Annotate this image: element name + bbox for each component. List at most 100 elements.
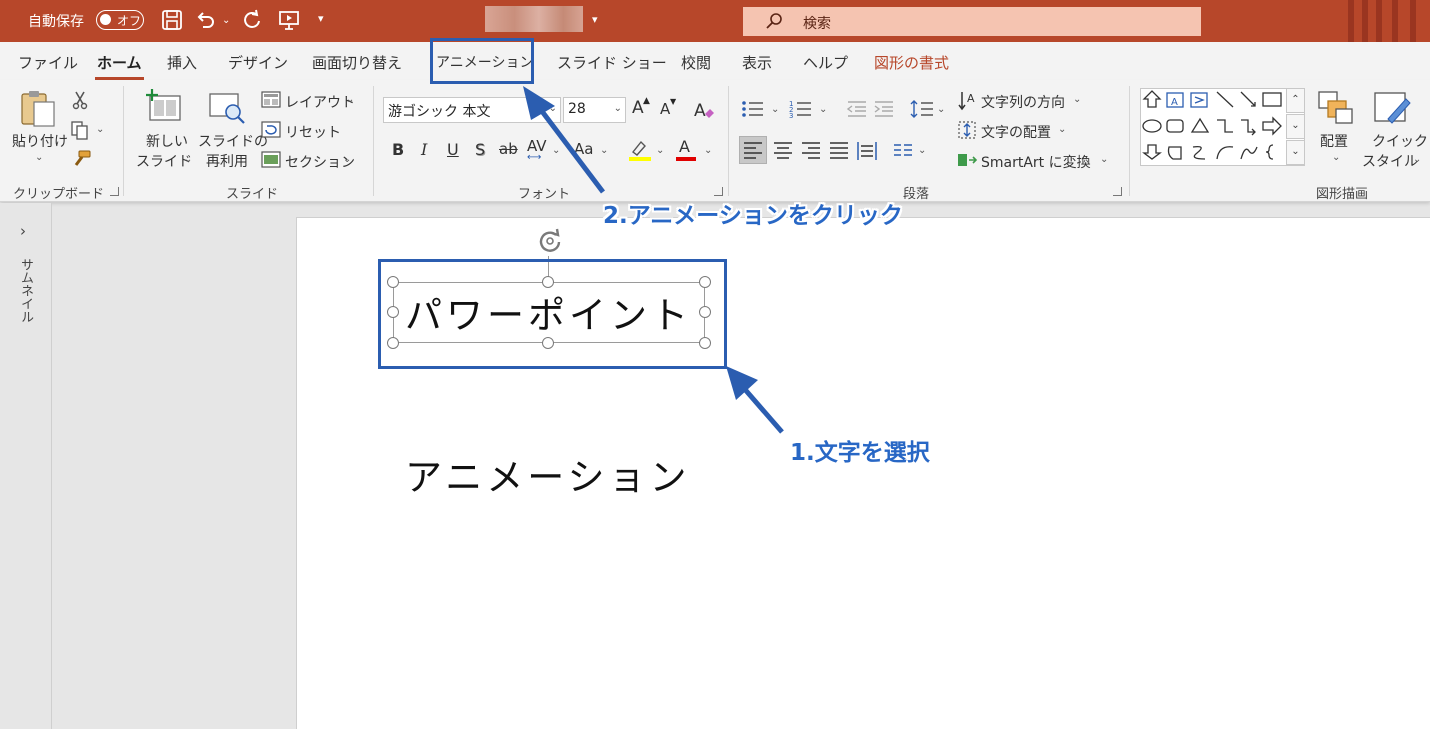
reset-icon[interactable] bbox=[261, 121, 281, 138]
tab-shape-format[interactable]: 図形の書式 bbox=[874, 52, 949, 73]
bullets-icon[interactable] bbox=[741, 99, 765, 119]
quick-styles-label[interactable]: クイック bbox=[1372, 131, 1428, 151]
font-color-dropdown-icon[interactable]: ⌄ bbox=[704, 145, 712, 156]
quick-styles-dropdown-icon[interactable]: ⌄ bbox=[1413, 154, 1421, 165]
gallery-scroll-down[interactable]: ⌄ bbox=[1286, 114, 1305, 139]
text-direction-dropdown-icon[interactable]: ⌄ bbox=[1073, 94, 1081, 105]
numbering-icon[interactable]: 1 2 3 bbox=[789, 99, 813, 119]
paste-icon[interactable] bbox=[18, 88, 58, 130]
annotation-step1-text: 1.文字を選択 bbox=[790, 440, 930, 466]
thumbnail-expand-icon[interactable]: › bbox=[20, 222, 26, 240]
quick-styles-icon[interactable] bbox=[1372, 89, 1412, 127]
smartart-button[interactable]: SmartArt に変換 bbox=[981, 152, 1091, 172]
paragraph-launcher-icon[interactable] bbox=[1113, 187, 1122, 196]
paste-dropdown-icon[interactable]: ⌄ bbox=[35, 152, 43, 163]
quick-styles-label2[interactable]: スタイル bbox=[1362, 151, 1418, 171]
tab-view[interactable]: 表示 bbox=[742, 52, 772, 73]
section-dropdown-icon[interactable]: ⌄ bbox=[343, 154, 351, 165]
autosave-toggle[interactable]: オフ bbox=[96, 10, 144, 30]
customize-qat-icon[interactable]: ▾ bbox=[318, 12, 324, 25]
present-from-start-icon[interactable] bbox=[277, 8, 301, 32]
justify-icon[interactable] bbox=[826, 137, 852, 163]
bullets-dropdown-icon[interactable]: ⌄ bbox=[771, 104, 779, 115]
arrange-dropdown-icon[interactable]: ⌄ bbox=[1332, 152, 1340, 163]
clipboard-launcher-icon[interactable] bbox=[110, 187, 119, 196]
align-left-button[interactable] bbox=[739, 136, 767, 164]
shapes-gallery[interactable]: A bbox=[1140, 88, 1305, 166]
document-name-dropdown-icon[interactable]: ▾ bbox=[592, 13, 598, 26]
text-direction-icon[interactable]: A bbox=[958, 90, 978, 112]
bold-button[interactable]: B bbox=[392, 140, 404, 159]
save-icon[interactable] bbox=[160, 8, 184, 32]
copy-icon[interactable] bbox=[70, 120, 92, 140]
new-slide-dropdown-icon[interactable]: ⌄ bbox=[184, 154, 192, 165]
rotate-handle-icon[interactable] bbox=[535, 227, 565, 255]
title-decoration bbox=[1362, 0, 1368, 42]
italic-button[interactable]: I bbox=[421, 140, 427, 159]
decrease-indent-icon[interactable] bbox=[846, 99, 868, 119]
gallery-expand[interactable]: ⌄ bbox=[1286, 140, 1305, 165]
align-text-button[interactable]: 文字の配置 bbox=[981, 122, 1051, 142]
paste-label[interactable]: 貼り付け bbox=[12, 131, 68, 151]
line-spacing-dropdown-icon[interactable]: ⌄ bbox=[937, 104, 945, 115]
highlight-dropdown-icon[interactable]: ⌄ bbox=[656, 145, 664, 156]
reset-button[interactable]: リセット bbox=[285, 122, 341, 142]
layout-dropdown-icon[interactable]: ⌄ bbox=[346, 94, 354, 105]
shadow-button[interactable]: S bbox=[475, 140, 485, 159]
tab-design[interactable]: デザイン bbox=[228, 52, 288, 73]
tab-help[interactable]: ヘルプ bbox=[803, 52, 848, 73]
font-color-button[interactable]: A bbox=[679, 137, 690, 156]
tab-home[interactable]: ホーム bbox=[95, 52, 144, 80]
cut-icon[interactable] bbox=[70, 90, 90, 110]
increase-indent-icon[interactable] bbox=[873, 99, 895, 119]
align-text-icon[interactable] bbox=[957, 120, 977, 140]
undo-dropdown-icon[interactable]: ⌄ bbox=[222, 15, 230, 26]
tab-file[interactable]: ファイル bbox=[18, 52, 78, 73]
arrange-button[interactable]: 配置 bbox=[1320, 131, 1348, 151]
shrink-font-button[interactable]: A bbox=[660, 100, 670, 118]
arrange-icon[interactable] bbox=[1316, 89, 1354, 127]
reuse-slides-label[interactable]: スライドの bbox=[198, 131, 268, 151]
tab-insert[interactable]: 挿入 bbox=[167, 52, 197, 73]
redo-icon[interactable] bbox=[240, 8, 264, 32]
reuse-slides-icon[interactable] bbox=[207, 90, 247, 126]
smartart-dropdown-icon[interactable]: ⌄ bbox=[1100, 154, 1108, 165]
font-launcher-icon[interactable] bbox=[714, 187, 723, 196]
columns-icon[interactable] bbox=[892, 140, 914, 160]
numbering-dropdown-icon[interactable]: ⌄ bbox=[819, 104, 827, 115]
clear-formatting-icon[interactable]: A bbox=[692, 98, 716, 122]
layout-icon[interactable] bbox=[261, 91, 281, 108]
distributed-icon[interactable] bbox=[854, 137, 880, 163]
highlight-icon[interactable] bbox=[628, 137, 652, 163]
slide-textbox-second[interactable]: アニメーション bbox=[405, 447, 691, 501]
copy-dropdown-icon[interactable]: ⌄ bbox=[96, 124, 104, 135]
font-name-value: 游ゴシック 本文 bbox=[388, 104, 491, 120]
undo-icon[interactable] bbox=[194, 8, 218, 32]
clipboard-group-label: クリップボード bbox=[13, 187, 105, 202]
smartart-icon[interactable] bbox=[956, 150, 978, 170]
text-direction-button[interactable]: 文字列の方向 bbox=[981, 92, 1065, 112]
new-slide-icon[interactable] bbox=[144, 88, 184, 124]
align-right-icon[interactable] bbox=[798, 137, 824, 163]
align-center-icon[interactable] bbox=[770, 137, 796, 163]
thumbnail-pane-label[interactable]: サムネイル bbox=[16, 258, 35, 323]
tab-slideshow[interactable]: スライド ショー bbox=[557, 52, 667, 73]
align-text-dropdown-icon[interactable]: ⌄ bbox=[1058, 124, 1066, 135]
new-slide-label[interactable]: 新しい bbox=[146, 131, 188, 151]
tab-review[interactable]: 校閲 bbox=[681, 52, 711, 73]
format-painter-icon[interactable] bbox=[70, 149, 92, 169]
grow-font-button[interactable]: A bbox=[632, 98, 644, 118]
underline-button[interactable]: U bbox=[447, 140, 459, 159]
layout-button[interactable]: レイアウト bbox=[285, 92, 355, 112]
title-decoration bbox=[1410, 0, 1416, 42]
line-spacing-icon[interactable] bbox=[910, 99, 934, 119]
gallery-scroll-up[interactable]: ⌃ bbox=[1286, 88, 1305, 113]
search-box[interactable]: 検索 bbox=[743, 7, 1201, 36]
reuse-slides-label2[interactable]: 再利用 bbox=[206, 151, 248, 171]
tab-transitions[interactable]: 画面切り替え bbox=[312, 52, 402, 73]
document-name[interactable] bbox=[485, 6, 583, 32]
drawing-group-label: 図形描画 bbox=[1316, 187, 1369, 202]
section-icon[interactable] bbox=[261, 151, 281, 168]
svg-text:A: A bbox=[694, 101, 706, 121]
columns-dropdown-icon[interactable]: ⌄ bbox=[918, 145, 926, 156]
